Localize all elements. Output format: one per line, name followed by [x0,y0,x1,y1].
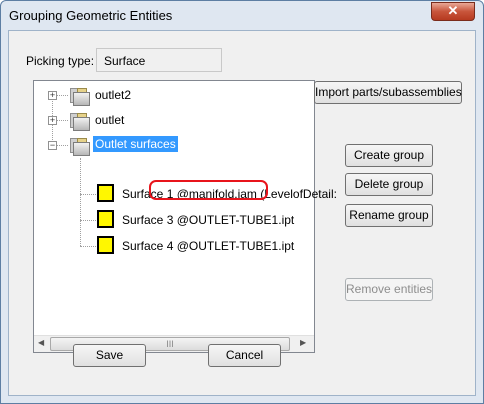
assembly-folder-icon [68,111,90,131]
create-group-button[interactable]: Create group [345,144,433,167]
title-bar[interactable]: Grouping Geometric Entities ✕ [1,1,483,31]
surface-icon [97,184,114,202]
window-title: Grouping Geometric Entities [9,8,173,23]
scroll-right-icon[interactable]: ▶ [300,338,306,347]
surface-icon [97,236,114,254]
tree-connector [80,158,81,246]
picking-type-field: Surface [96,48,222,72]
import-parts-button[interactable]: Import parts/subassemblies [314,81,462,104]
entity-tree[interactable]: + outlet2 + outlet − Outlet surfaces Sur… [33,80,337,353]
delete-group-button[interactable]: Delete group [345,173,433,196]
tree-item-surface-4[interactable]: Surface 4 @OUTLET-TUBE1.ipt [122,239,294,253]
tree-connector [80,194,98,195]
assembly-folder-icon [68,86,90,106]
tree-node-outlet2[interactable]: outlet2 [95,88,131,102]
tree-connector [80,220,98,221]
assembly-folder-icon [68,136,90,156]
close-button[interactable]: ✕ [431,2,475,21]
surface-icon [97,210,114,228]
dialog-body: Picking type: Surface + outlet2 + outlet [8,30,476,396]
tree-node-outlet[interactable]: outlet [95,113,124,127]
expand-toggle-outlet2[interactable]: + [48,91,57,100]
close-icon: ✕ [447,3,459,18]
collapse-toggle-outlet-surfaces[interactable]: − [48,141,57,150]
cancel-button[interactable]: Cancel [208,344,281,367]
tree-item-surface-3[interactable]: Surface 3 @OUTLET-TUBE1.ipt [122,213,294,227]
scroll-left-icon[interactable]: ◀ [38,338,44,347]
tree-connector [80,246,98,247]
save-button[interactable]: Save [73,344,146,367]
expand-toggle-outlet[interactable]: + [48,116,57,125]
annotation-highlight-ring [149,180,268,200]
dialog-window: Grouping Geometric Entities ✕ Picking ty… [0,0,484,404]
picking-type-label: Picking type: [26,54,95,68]
tree-node-outlet-surfaces[interactable]: Outlet surfaces [93,136,178,152]
rename-group-button[interactable]: Rename group [345,204,433,227]
remove-entities-button[interactable]: Remove entities [345,278,433,301]
